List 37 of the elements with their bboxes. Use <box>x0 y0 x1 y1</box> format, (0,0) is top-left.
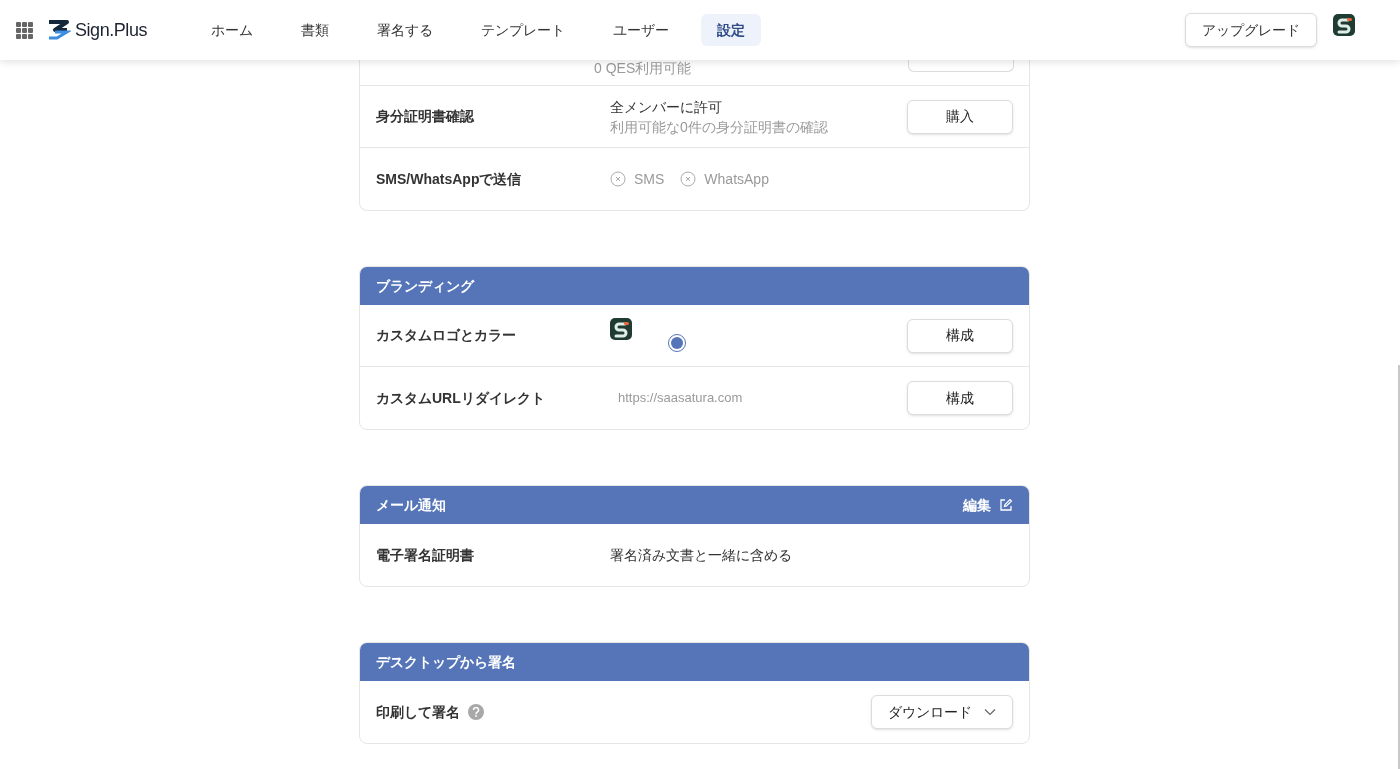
section-title: デスクトップから署名 <box>376 652 516 672</box>
edit-button[interactable]: 編集 <box>963 494 1013 516</box>
nav-tab[interactable]: 設定 <box>701 14 761 46</box>
configure-button[interactable]: 購入 <box>907 99 1013 134</box>
nav-tab[interactable]: 署名する <box>361 14 449 46</box>
edit-icon <box>999 498 1013 512</box>
section-title: ブランディング <box>376 276 474 296</box>
scrollbar[interactable] <box>1398 365 1400 769</box>
row-label: カスタムURLリダイレクト <box>376 388 545 408</box>
nav-tab[interactable]: ホーム <box>195 14 269 46</box>
row-description: 0 QES利用可能 <box>594 60 692 76</box>
help-icon[interactable] <box>468 704 484 720</box>
url-text: https://saasatura.com <box>617 389 744 408</box>
chevron-down-icon <box>984 708 996 716</box>
logo-icon <box>47 20 71 40</box>
row-label: 電子署名証明書 <box>376 545 474 565</box>
s-logo-icon <box>1333 14 1355 36</box>
download-dropdown[interactable]: ダウンロード <box>871 695 1013 729</box>
row-value: 署名済み文書と一緒に含める <box>610 546 793 565</box>
configure-button[interactable]: 構成 <box>907 318 1013 353</box>
row-label: 印刷して署名 <box>376 702 460 722</box>
upgrade-button[interactable]: アップグレード <box>1185 13 1317 47</box>
row-label: SMS/WhatsAppで送信 <box>376 169 522 189</box>
nav-tab[interactable]: テンプレート <box>465 14 581 46</box>
section-title: メール通知 <box>376 495 446 515</box>
nav-tab[interactable]: ユーザー <box>597 14 685 46</box>
brand-name[interactable]: Sign.Plus <box>75 16 147 44</box>
nav-tab[interactable]: 書類 <box>285 14 345 46</box>
option-label: SMS <box>634 169 665 189</box>
s-logo-icon <box>610 317 632 340</box>
row-description: 利用可能な0件の身分証明書の確認 <box>610 117 829 137</box>
configure-button[interactable]: 構成 <box>907 381 1013 415</box>
option-label: WhatsApp <box>704 169 769 189</box>
app-grid-icon[interactable] <box>16 21 33 39</box>
row-label: 身分証明書確認 <box>376 107 474 126</box>
row-label: カスタムロゴとカラー <box>376 326 516 345</box>
row-value: 全メンバーに許可 <box>610 97 723 117</box>
